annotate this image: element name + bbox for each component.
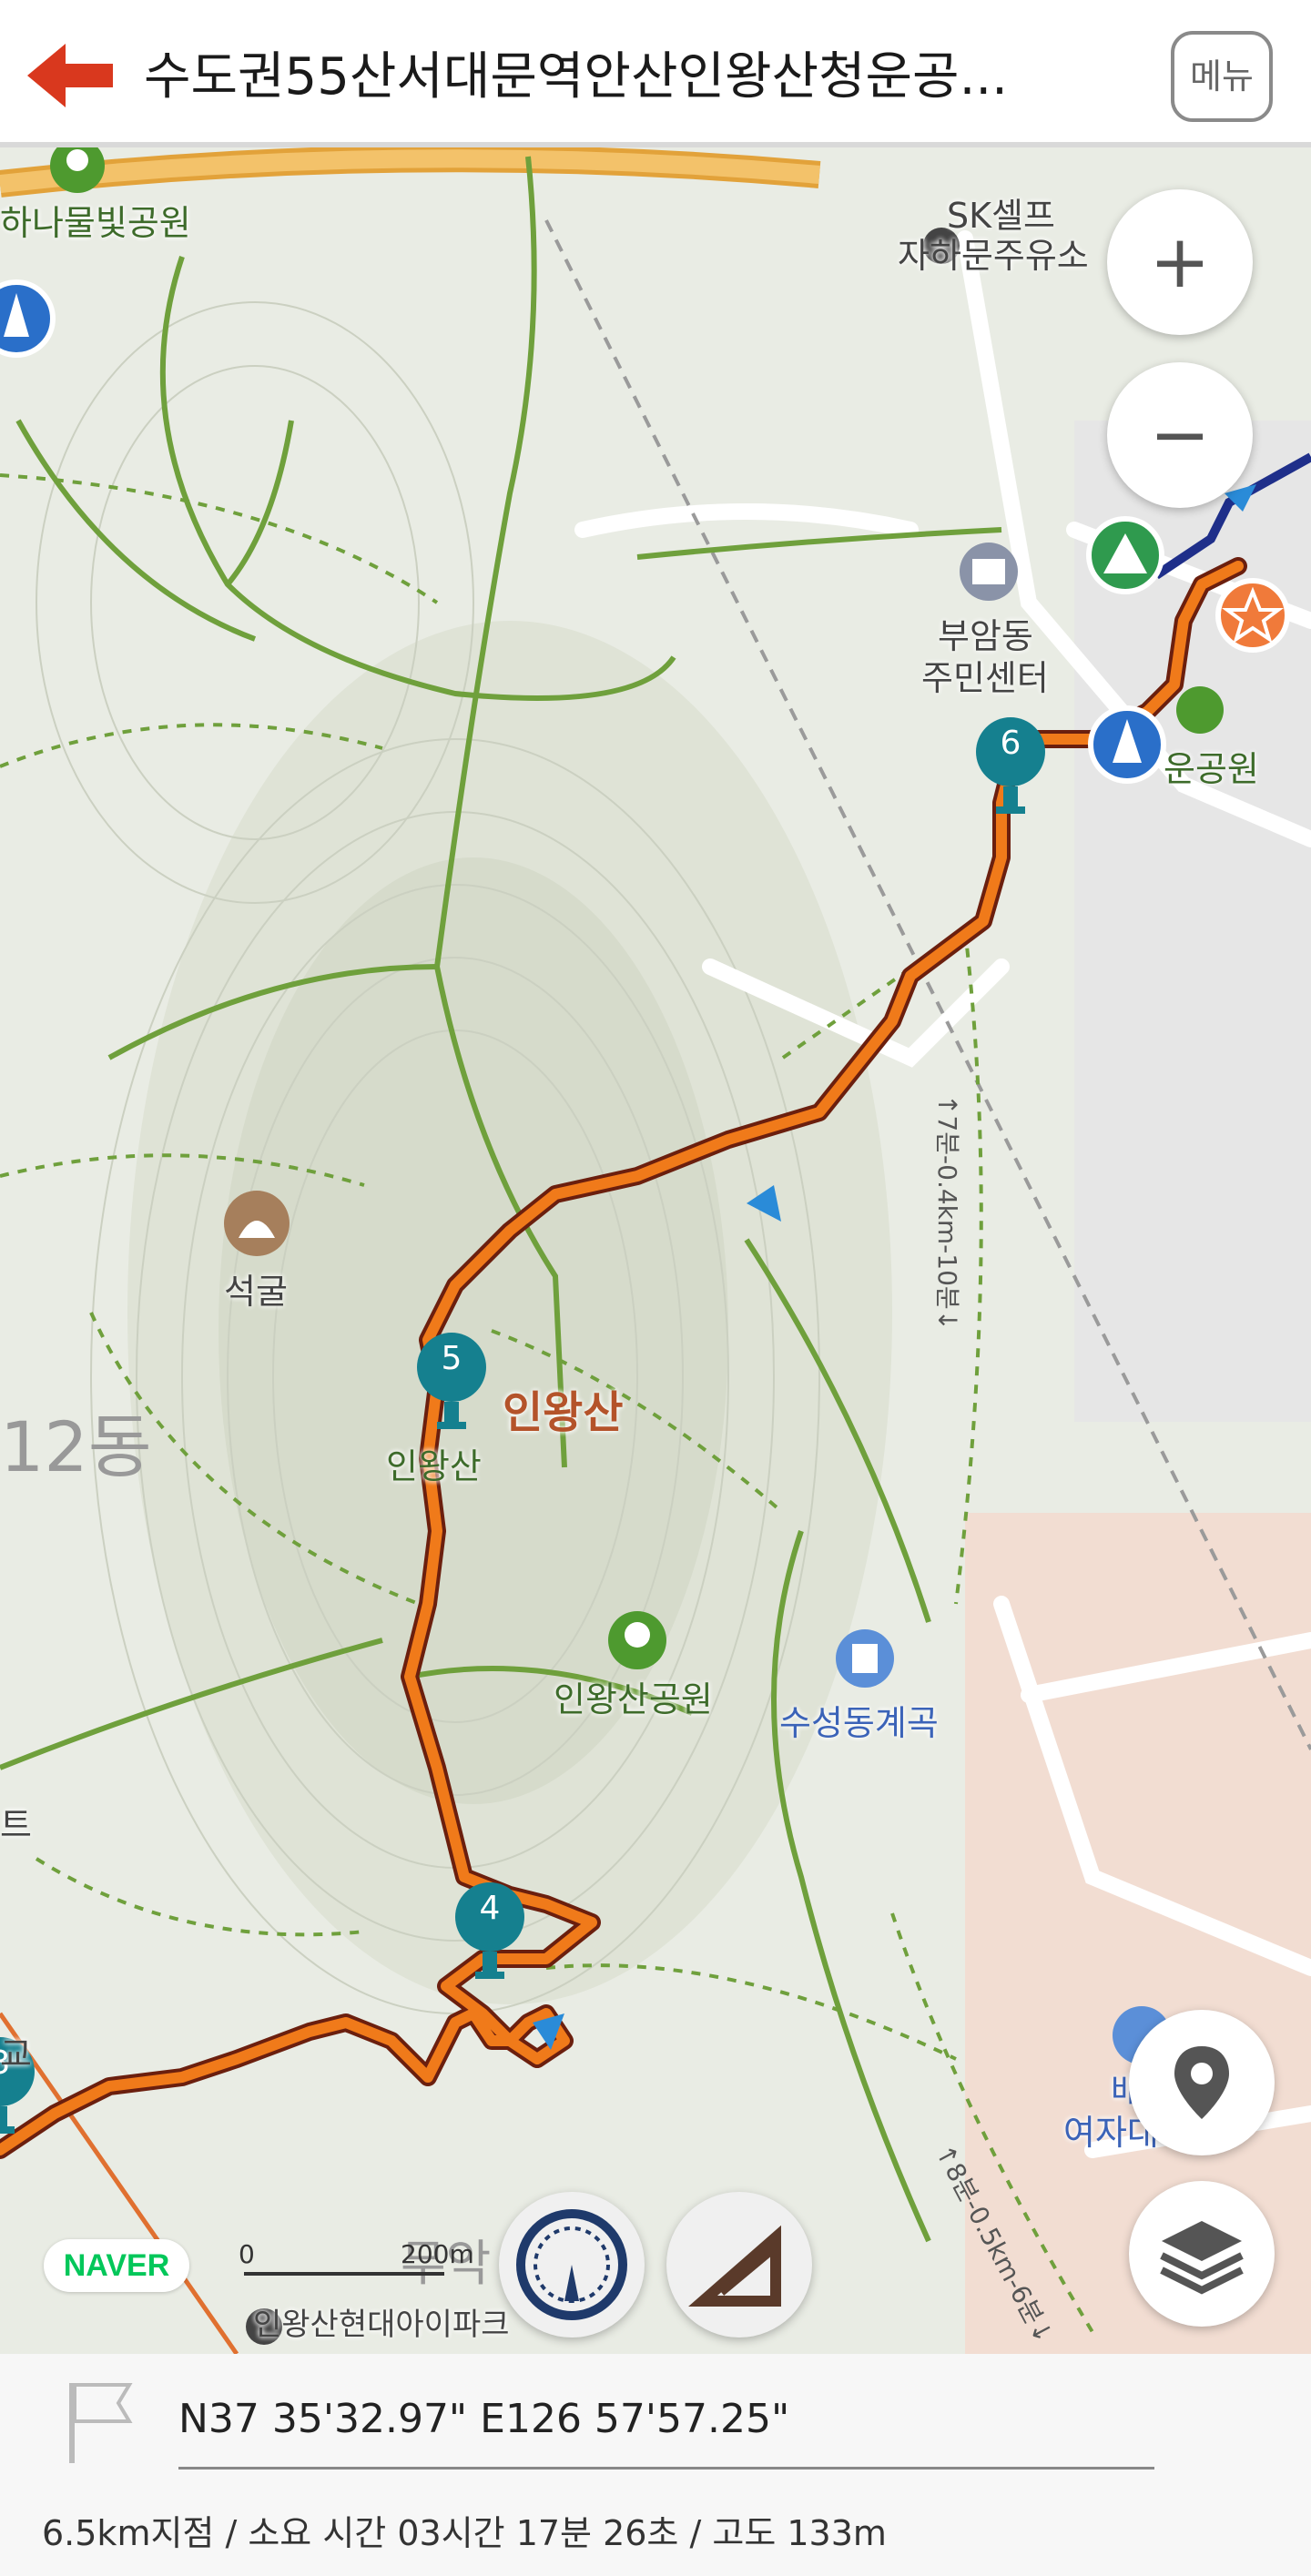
waypoint-number: 4	[479, 1890, 501, 1927]
finish-flag-icon	[69, 2383, 133, 2463]
mountain-marker-icon	[1086, 516, 1164, 594]
map-scale: 0 200m	[239, 2239, 481, 2283]
scale-bar	[244, 2272, 444, 2276]
layers-button[interactable]	[1129, 2181, 1275, 2327]
cave-icon	[224, 1191, 290, 1256]
map-label: 인왕산	[386, 1446, 482, 1486]
menu-button[interactable]: 메뉴	[1171, 31, 1273, 122]
map-label: 교	[0, 2034, 32, 2074]
divider	[178, 2467, 1154, 2470]
minus-icon: −	[1149, 392, 1211, 477]
waypoint-number: 6	[1000, 725, 1021, 762]
scale-zero: 0	[239, 2239, 255, 2269]
elevation-icon	[688, 2225, 781, 2307]
my-location-button[interactable]	[1129, 2010, 1275, 2155]
waypoint-marker[interactable]: 4	[453, 1881, 526, 1990]
zoom-in-button[interactable]: +	[1107, 189, 1253, 335]
map-label: 수성동계곡	[779, 1703, 939, 1743]
park-icon	[1176, 686, 1224, 734]
map-label: 인왕산공원	[554, 1679, 713, 1719]
progress-status: 6.5km지점 / 소요 시간 03시간 17분 26초 / 고도 133m	[42, 2513, 887, 2553]
speedometer-icon	[516, 2209, 627, 2320]
community-center-icon	[960, 543, 1018, 601]
elevation-profile-button[interactable]	[666, 2192, 812, 2338]
naver-logo: NAVER	[44, 2239, 189, 2292]
map-label: 석굴	[224, 1272, 288, 1312]
start-star-icon	[1215, 578, 1290, 653]
waypoint-marker[interactable]: 6	[974, 715, 1047, 825]
waypoint-marker[interactable]: 5	[415, 1331, 488, 1440]
plus-icon: +	[1149, 219, 1211, 304]
scale-distance: 200m	[401, 2239, 474, 2269]
mountain-name-label: 인왕산	[503, 1387, 624, 1438]
location-pin-icon	[1174, 2046, 1229, 2119]
back-button[interactable]	[20, 35, 120, 117]
trail-segment-label: ↑7분-0.4km-10분↓	[932, 1094, 962, 1332]
speedometer-button[interactable]	[499, 2192, 645, 2338]
map-label: 운공원	[1164, 749, 1259, 789]
layers-icon	[1160, 2221, 1244, 2295]
landmark-icon	[836, 1629, 894, 1688]
park-icon	[608, 1611, 666, 1669]
info-footer: N37 35'32.97" E126 57'57.25" 6.5km지점 / 소…	[0, 2354, 1311, 2576]
district-label: 12동	[0, 1406, 152, 1487]
waypoint-number: 5	[441, 1340, 462, 1377]
map-label: 자하문주유소	[898, 236, 1089, 276]
forest-marker-icon	[1088, 705, 1166, 784]
back-arrow-icon	[27, 44, 113, 107]
forest-marker-icon	[0, 279, 56, 358]
coordinates-readout: N37 35'32.97" E126 57'57.25"	[178, 2396, 790, 2442]
page-title: 수도권55산서대문역안산인왕산청운공...	[144, 47, 1008, 106]
zoom-out-button[interactable]: −	[1107, 362, 1253, 508]
map-view[interactable]: 6 5 4 3 하나물빛공원 SK셀프 자하문주유소 부암동 주민센터 운공원 …	[0, 147, 1311, 2354]
map-label: 주민센터	[921, 658, 1049, 698]
app-header: 수도권55산서대문역안산인왕산청운공... 메뉴	[0, 0, 1311, 147]
map-label: 하나물빛공원	[0, 203, 191, 243]
map-label: 인왕산현대아이파크	[253, 2307, 510, 2343]
map-label: 트	[0, 1805, 32, 1845]
